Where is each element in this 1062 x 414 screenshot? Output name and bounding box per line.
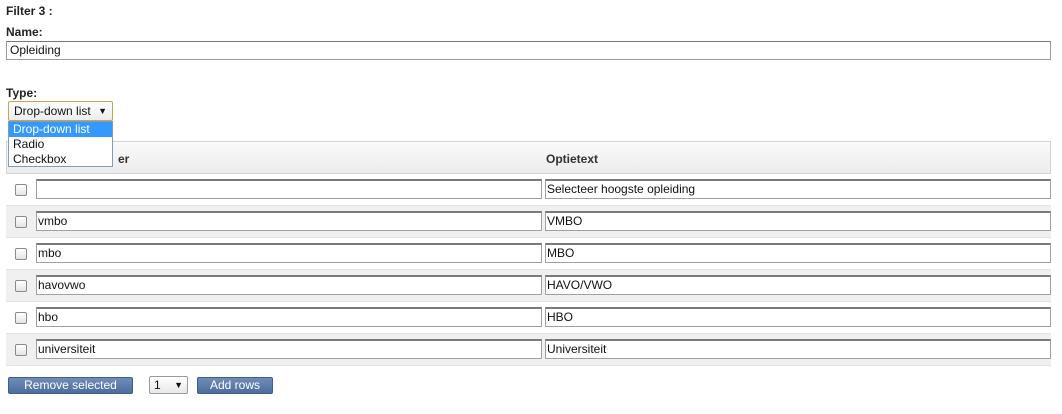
name-input[interactable]: Opleiding bbox=[6, 41, 1051, 60]
table-row: Selecteer hoogste opleiding bbox=[6, 174, 1051, 206]
table-row: hbo HBO bbox=[6, 302, 1051, 334]
chevron-down-icon: ▼ bbox=[98, 106, 107, 116]
row-value-input[interactable]: mbo bbox=[36, 243, 542, 263]
add-rows-button[interactable]: Add rows bbox=[197, 377, 273, 394]
type-select-value: Drop-down list bbox=[14, 104, 91, 118]
options-table: er Optietext Selecteer hoogste opleiding… bbox=[6, 141, 1051, 366]
row-value-input[interactable]: havovwo bbox=[36, 275, 542, 295]
row-text-input[interactable]: VMBO bbox=[545, 211, 1051, 231]
row-checkbox[interactable] bbox=[15, 312, 27, 324]
row-value-input[interactable]: universiteit bbox=[36, 339, 542, 359]
type-select[interactable]: Drop-down list ▼ bbox=[8, 101, 113, 121]
type-option-radio[interactable]: Radio bbox=[9, 137, 112, 152]
table-row: mbo MBO bbox=[6, 238, 1051, 270]
type-label: Type: bbox=[6, 86, 38, 100]
row-checkbox[interactable] bbox=[15, 216, 27, 228]
remove-selected-button[interactable]: Remove selected bbox=[8, 377, 133, 394]
row-text-input[interactable]: Selecteer hoogste opleiding bbox=[545, 179, 1051, 199]
name-label: Name: bbox=[6, 25, 43, 39]
row-text-input[interactable]: HAVO/VWO bbox=[545, 275, 1051, 295]
row-checkbox[interactable] bbox=[15, 344, 27, 356]
row-checkbox[interactable] bbox=[15, 248, 27, 260]
rows-count-value: 1 bbox=[154, 378, 161, 392]
type-option-checkbox[interactable]: Checkbox bbox=[9, 152, 112, 167]
table-row: vmbo VMBO bbox=[6, 206, 1051, 238]
filter-heading: Filter 3 : bbox=[6, 4, 53, 18]
row-value-input[interactable]: vmbo bbox=[36, 211, 542, 231]
row-checkbox[interactable] bbox=[15, 280, 27, 292]
row-checkbox[interactable] bbox=[15, 184, 27, 196]
table-row: havovwo HAVO/VWO bbox=[6, 270, 1051, 302]
row-text-input[interactable]: Universiteit bbox=[545, 339, 1051, 359]
type-dropdown-list: Drop-down list Radio Checkbox bbox=[8, 121, 113, 167]
row-text-input[interactable]: MBO bbox=[545, 243, 1051, 263]
rows-count-select[interactable]: 1 ▼ bbox=[149, 376, 188, 394]
table-header: er Optietext bbox=[6, 141, 1051, 174]
column-header-value: er bbox=[118, 152, 130, 166]
row-value-input[interactable] bbox=[36, 179, 542, 199]
table-row: universiteit Universiteit bbox=[6, 334, 1051, 366]
column-header-optietext: Optietext bbox=[546, 152, 599, 166]
row-value-input[interactable]: hbo bbox=[36, 307, 542, 327]
chevron-down-icon: ▼ bbox=[174, 380, 183, 390]
row-text-input[interactable]: HBO bbox=[545, 307, 1051, 327]
type-option-dropdown[interactable]: Drop-down list bbox=[9, 122, 112, 137]
